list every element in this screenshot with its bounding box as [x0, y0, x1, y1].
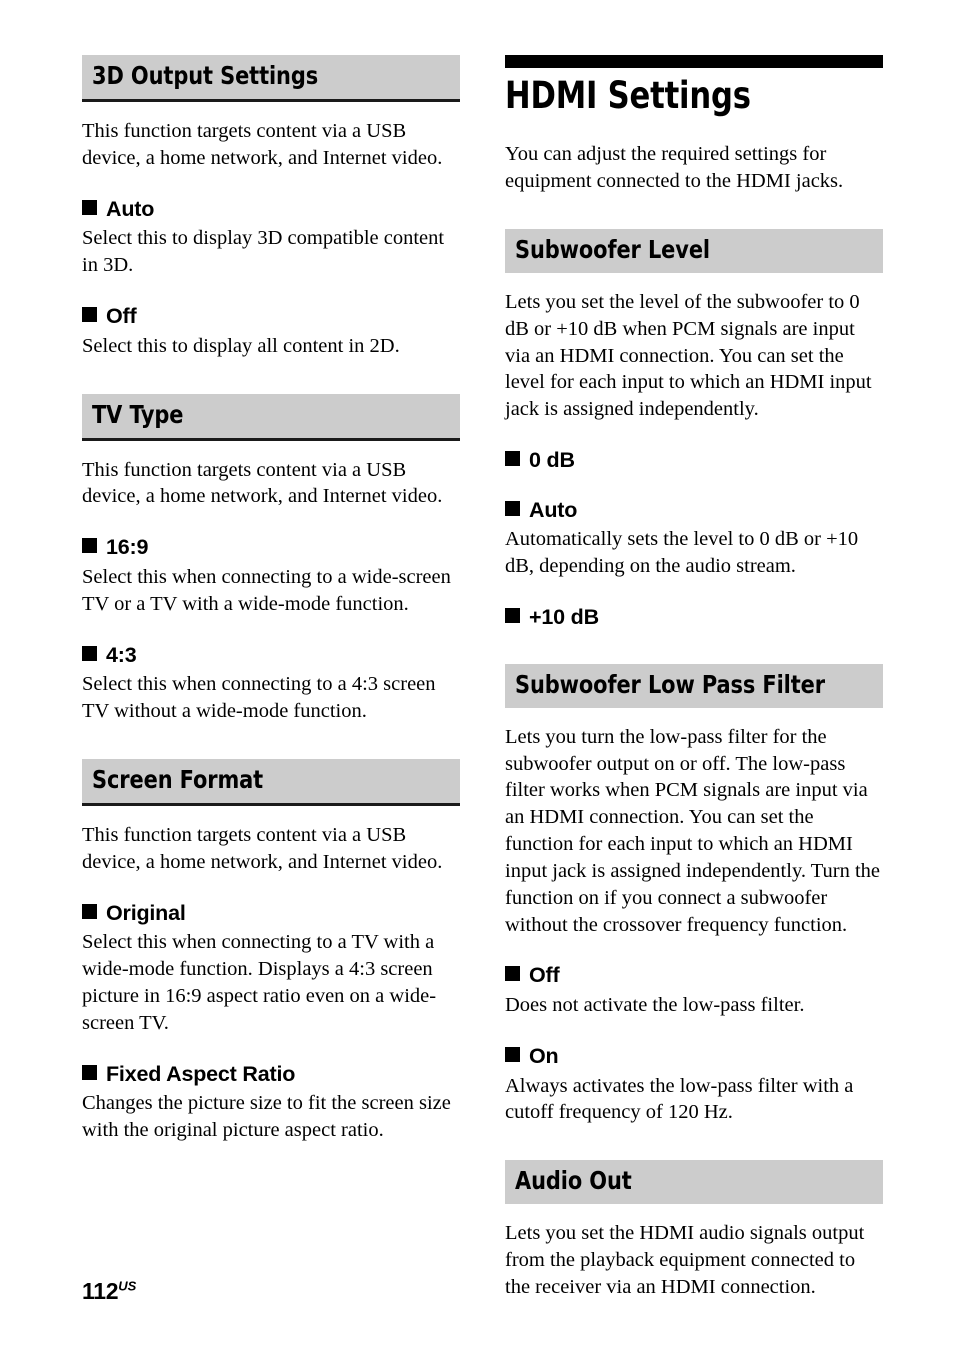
section-heading-label: Subwoofer Level — [515, 234, 710, 264]
square-bullet-icon — [505, 966, 520, 982]
section-intro-text: Lets you set the HDMI audio signals outp… — [505, 1222, 865, 1298]
option-heading: +10 dB — [505, 605, 883, 630]
option-description: Select this when connecting to a TV with… — [82, 931, 437, 1034]
option-description: Select this to display all content in 2D… — [82, 334, 400, 357]
section-intro-text: This function targets content via a USB … — [82, 458, 443, 508]
section-screen-format: Screen Format This function targets cont… — [82, 758, 460, 1144]
option-label: 0 dB — [529, 448, 575, 473]
right-column: HDMI Settings You can adjust the require… — [505, 0, 883, 1301]
option-label: Fixed Aspect Ratio — [106, 1061, 296, 1086]
option-heading: 4:3 — [82, 642, 460, 668]
option-label: 4:3 — [106, 642, 137, 667]
square-bullet-icon — [82, 538, 97, 554]
option-label: Auto — [106, 196, 155, 221]
chapter-title: HDMI Settings — [505, 74, 751, 117]
square-bullet-icon — [505, 451, 520, 467]
square-bullet-icon — [505, 500, 520, 516]
left-column: 3D Output Settings This function targets… — [82, 0, 460, 1144]
option-label: Off — [106, 304, 137, 329]
option-heading: Auto — [82, 196, 460, 222]
section-heading-band: TV Type — [82, 393, 460, 441]
folio-number: 112 — [82, 1278, 119, 1304]
section-heading-band: Subwoofer Level — [505, 228, 883, 273]
section-heading-label: Screen Format — [92, 764, 264, 794]
option-label: Off — [529, 963, 560, 988]
option-description: Does not activate the low-pass filter. — [505, 994, 805, 1017]
section-audio-out: Audio Out Lets you set the HDMI audio si… — [505, 1160, 883, 1301]
square-bullet-icon — [82, 903, 97, 919]
section-heading-label: Subwoofer Low Pass Filter — [515, 669, 825, 699]
section-heading-label: 3D Output Settings — [92, 61, 319, 90]
option-heading: Fixed Aspect Ratio — [82, 1061, 460, 1087]
square-bullet-icon — [505, 1046, 520, 1062]
option-description: Always activates the low-pass filter wit… — [505, 1074, 854, 1124]
section-tv-type: TV Type This function targets content vi… — [82, 393, 460, 725]
section-intro-text: Lets you set the level of the subwoofer … — [505, 290, 872, 421]
chapter-intro-text: You can adjust the required settings for… — [505, 143, 844, 193]
section-subwoofer-low-pass-filter: Subwoofer Low Pass Filter Lets you turn … — [505, 663, 883, 1127]
section-intro-text: Lets you turn the low-pass filter for th… — [505, 725, 881, 936]
option-label: On — [529, 1043, 559, 1068]
option-heading: Off — [505, 964, 883, 988]
option-description: Automatically sets the level to 0 dB or … — [505, 528, 859, 578]
section-heading-label: Audio Out — [515, 1166, 632, 1196]
square-bullet-icon — [82, 645, 97, 661]
square-bullet-icon — [82, 307, 97, 323]
option-description: Changes the picture size to fit the scre… — [82, 1092, 451, 1142]
option-label: 16:9 — [106, 535, 149, 560]
option-heading: 16:9 — [82, 536, 460, 560]
option-heading: Auto — [505, 497, 883, 523]
section-heading-band: Screen Format — [82, 758, 460, 806]
option-heading: On — [505, 1043, 883, 1069]
section-heading-band: 3D Output Settings — [82, 55, 460, 102]
square-bullet-icon — [82, 199, 97, 215]
section-heading-band: Audio Out — [505, 1160, 883, 1205]
option-heading: Off — [82, 304, 460, 329]
page-folio: 112US — [82, 1278, 136, 1305]
option-label: Original — [106, 900, 186, 925]
option-heading: Original — [82, 900, 460, 926]
option-label: +10 dB — [529, 605, 599, 630]
section-heading-band: Subwoofer Low Pass Filter — [505, 663, 883, 708]
chapter-rule — [505, 55, 883, 68]
manual-page: 3D Output Settings This function targets… — [0, 0, 954, 1352]
option-description: Select this when connecting to a wide-sc… — [82, 565, 451, 615]
section-intro-text: This function targets content via a USB … — [82, 823, 443, 873]
section-subwoofer-level: Subwoofer Level Lets you set the level o… — [505, 228, 883, 630]
option-label: Auto — [529, 497, 578, 522]
section-heading-label: TV Type — [92, 399, 184, 429]
square-bullet-icon — [82, 1064, 97, 1080]
option-description: Select this when connecting to a 4:3 scr… — [82, 673, 436, 722]
chapter-title-block: HDMI Settings — [505, 55, 883, 115]
section-3d-output-settings: 3D Output Settings This function targets… — [82, 55, 460, 360]
option-heading: 0 dB — [505, 448, 883, 473]
section-intro-text: This function targets content via a USB … — [82, 120, 443, 169]
folio-region-suffix: US — [118, 1278, 137, 1294]
option-description: Select this to display 3D compatible con… — [82, 227, 445, 277]
square-bullet-icon — [505, 608, 520, 624]
